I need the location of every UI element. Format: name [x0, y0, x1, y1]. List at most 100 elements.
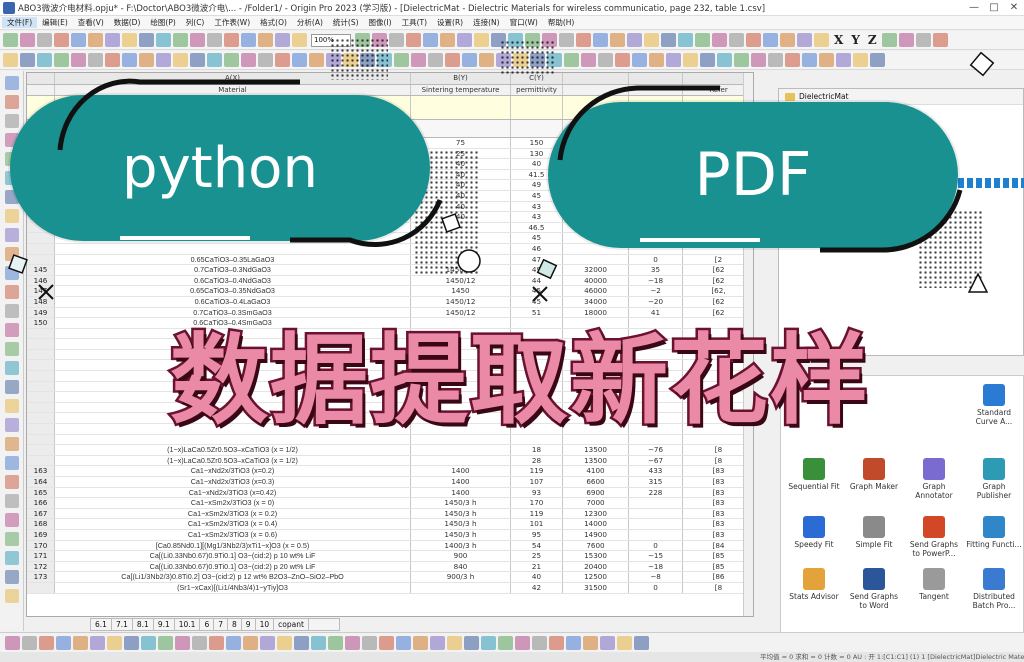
toolbar-tool-icon[interactable]: [644, 33, 659, 47]
toolbar-tool-icon[interactable]: [746, 33, 761, 47]
draw-tool-icon[interactable]: [464, 635, 479, 650]
table-cell[interactable]: 1450: [411, 286, 511, 296]
app-tile[interactable]: Graph Annotator: [905, 458, 963, 500]
draw-tool-icon[interactable]: [175, 635, 190, 650]
format-tool-icon[interactable]: [207, 53, 222, 67]
table-cell[interactable]: [Ca0.85Nd0.1][(Mg1/3Nb2/3)xTi1−x]O3 (x =…: [55, 540, 411, 551]
app-tile[interactable]: Fitting Functi...: [965, 516, 1023, 549]
table-cell[interactable]: 0.7CaTiO3–0.3SmGaO3: [55, 307, 411, 318]
table-cell[interactable]: 46000: [563, 286, 629, 296]
format-tool-icon[interactable]: [105, 53, 120, 67]
draw-tool-icon[interactable]: [39, 635, 54, 650]
draw-tool-icon[interactable]: [600, 635, 615, 650]
table-cell[interactable]: 95: [511, 529, 563, 540]
sheet-tab[interactable]: 8: [228, 618, 242, 631]
row-number[interactable]: 145: [27, 265, 55, 275]
format-tool-icon[interactable]: [598, 53, 613, 67]
draw-tool-icon[interactable]: [617, 635, 632, 650]
table-row[interactable]: 170 [Ca0.85Nd0.1][(Mg1/3Nb2/3)xTi1−x]O3 (…: [27, 540, 753, 552]
table-cell[interactable]: 21: [511, 561, 563, 572]
format-tool-icon[interactable]: [275, 53, 290, 67]
table-cell[interactable]: Ca1−xSm2x/3TiO3 (x = 0.6): [55, 529, 411, 540]
draw-tool-icon[interactable]: [226, 635, 241, 650]
table-cell[interactable]: 40000: [563, 275, 629, 286]
table-cell[interactable]: 6900: [563, 487, 629, 498]
table-row[interactable]: (Sr1−xCax)[(Li1/4Nb3/4)1−yTiy]O3 42 31500 0…: [27, 582, 753, 594]
tool-icon[interactable]: [5, 228, 19, 242]
toolbar-tool-icon[interactable]: [275, 33, 290, 47]
row-number[interactable]: 166: [27, 498, 55, 508]
format-tool-icon[interactable]: [768, 53, 783, 67]
toolbar-tool-icon[interactable]: [258, 33, 273, 47]
table-cell[interactable]: −18: [629, 561, 683, 572]
table-cell[interactable]: 228: [629, 487, 683, 498]
toolbar-tool-icon[interactable]: [37, 33, 52, 47]
format-tool-icon[interactable]: [734, 53, 749, 67]
tool-icon[interactable]: [5, 285, 19, 299]
row-number[interactable]: 169: [27, 529, 55, 540]
tool-icon[interactable]: [5, 532, 19, 546]
table-cell[interactable]: 1400/3 h: [411, 540, 511, 551]
table-cell[interactable]: −20: [629, 296, 683, 307]
table-cell[interactable]: 433: [629, 466, 683, 476]
axis-z-button[interactable]: Z: [868, 33, 877, 47]
toolbar-tool-icon[interactable]: [661, 33, 676, 47]
format-tool-icon[interactable]: [785, 53, 800, 67]
table-cell[interactable]: Ca1−xSm2x/3TiO3 (x = 0.2): [55, 508, 411, 519]
table-cell[interactable]: 170: [511, 498, 563, 508]
row-number[interactable]: 170: [27, 540, 55, 551]
toolbar-tool-icon[interactable]: [881, 33, 897, 47]
toolbar-tool-icon[interactable]: [139, 33, 154, 47]
format-tool-icon[interactable]: [88, 53, 103, 67]
axis-y-button[interactable]: Y: [851, 33, 860, 47]
format-tool-icon[interactable]: [190, 53, 205, 67]
draw-tool-icon[interactable]: [345, 635, 360, 650]
table-cell[interactable]: 1450/3 h: [411, 529, 511, 540]
table-row[interactable]: 173 Ca[(Li1/3Nb2/3)0.8Ti0.2] O3−(cid:2) p…: [27, 572, 753, 583]
table-cell[interactable]: 1400: [411, 487, 511, 498]
row-number[interactable]: 173: [27, 572, 55, 582]
tool-icon[interactable]: [5, 437, 19, 451]
tool-icon[interactable]: [5, 456, 19, 470]
table-row[interactable]: (1−x)LaCa0.5Zr0.5O3–xCaTiO3 (x = 1/2) 18 1…: [27, 445, 753, 456]
toolbar-tool-icon[interactable]: [457, 33, 472, 47]
table-cell[interactable]: [563, 254, 629, 265]
table-cell[interactable]: 0: [629, 582, 683, 593]
menu-item[interactable]: 查看(V): [73, 17, 109, 28]
table-cell[interactable]: 6600: [563, 477, 629, 487]
table-cell[interactable]: 7600: [563, 540, 629, 551]
draw-tool-icon[interactable]: [277, 635, 292, 650]
table-cell[interactable]: 42: [511, 582, 563, 593]
draw-tool-icon[interactable]: [311, 635, 326, 650]
table-row[interactable]: 168 Ca1−xSm2x/3TiO3 (x = 0.4) 1450/3 h 101 1…: [27, 519, 753, 530]
format-tool-icon[interactable]: [156, 53, 171, 67]
corner-cell[interactable]: [27, 73, 55, 84]
table-cell[interactable]: 20400: [563, 561, 629, 572]
table-cell[interactable]: 18: [511, 445, 563, 455]
format-tool-icon[interactable]: [615, 53, 630, 67]
menu-item[interactable]: 数据(D): [109, 17, 146, 28]
table-cell[interactable]: 1450/12: [411, 307, 511, 318]
tool-icon[interactable]: [5, 494, 19, 508]
table-cell[interactable]: 0.6CaTiO3–0.4LaGaO3: [55, 296, 411, 307]
format-tool-icon[interactable]: [241, 53, 256, 67]
draw-tool-icon[interactable]: [549, 635, 564, 650]
row-number[interactable]: 165: [27, 487, 55, 498]
table-cell[interactable]: 31500: [563, 582, 629, 593]
format-tool-icon[interactable]: [836, 53, 851, 67]
tool-icon[interactable]: [5, 361, 19, 375]
toolbar-tool-icon[interactable]: [576, 33, 591, 47]
draw-tool-icon[interactable]: [583, 635, 598, 650]
column-header-b[interactable]: B(Y): [411, 73, 511, 84]
app-tile[interactable]: Graph Publisher: [965, 458, 1023, 500]
column-header-d[interactable]: [563, 73, 629, 84]
toolbar-tool-icon[interactable]: [406, 33, 421, 47]
format-tool-icon[interactable]: [853, 53, 868, 67]
tool-icon[interactable]: [5, 475, 19, 489]
axis-x-button[interactable]: X: [834, 33, 843, 47]
table-cell[interactable]: 107: [511, 477, 563, 487]
toolbar-tool-icon[interactable]: [440, 33, 455, 47]
toolbar-tool-icon[interactable]: [190, 33, 205, 47]
tool-icon[interactable]: [5, 513, 19, 527]
menu-item[interactable]: 设置(R): [432, 17, 468, 28]
